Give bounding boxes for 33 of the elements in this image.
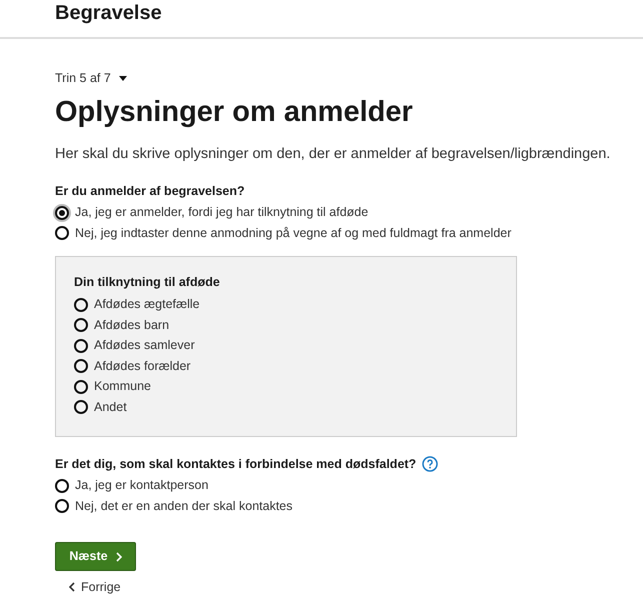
radio-option[interactable]: Andet: [74, 396, 498, 418]
radio-option[interactable]: Ja, jeg er kontaktperson: [55, 475, 588, 496]
radio-option[interactable]: Afdødes forælder: [74, 356, 498, 376]
radio-option[interactable]: Afdødes barn: [74, 314, 498, 336]
radio-button[interactable]: [74, 359, 88, 373]
radio-button[interactable]: [74, 318, 88, 332]
radio-option[interactable]: Nej, det er en anden der skal kontaktes: [55, 496, 588, 516]
radio-button[interactable]: [74, 400, 88, 414]
radio-option[interactable]: Afdødes samlever: [74, 335, 498, 356]
chevron-right-icon: [116, 552, 122, 562]
radio-button[interactable]: [55, 499, 69, 513]
radio-button[interactable]: [55, 206, 69, 220]
caret-icon: [118, 76, 127, 81]
back-link[interactable]: Forrige: [69, 579, 121, 596]
radio-option[interactable]: Ja, jeg er anmelder, fordi jeg har tilknytning til afdøde: [55, 202, 588, 223]
question-label: Er du anmelder af begravelsen?: [55, 182, 246, 200]
radio-option[interactable]: Kommune: [74, 376, 498, 397]
radio-option[interactable]: Nej, jeg indtaster denne anmodning på vegne af og med fuldmagt fra anmelder: [55, 223, 588, 244]
radio-button[interactable]: [74, 380, 88, 394]
radio-option[interactable]: Afdødes ægtefælle: [74, 294, 498, 315]
radio-button[interactable]: [55, 478, 69, 492]
radio-button[interactable]: [74, 298, 88, 312]
page-title: Begravelse: [55, 0, 162, 26]
panel-label: Din tilknytning til afdøde: [74, 274, 221, 291]
help-icon[interactable]: [422, 456, 438, 472]
radio-button[interactable]: [55, 226, 69, 240]
radio-button[interactable]: [74, 338, 88, 352]
next-button[interactable]: Næste: [55, 542, 136, 572]
step-dropdown[interactable]: Trin 5 af 7: [55, 69, 127, 88]
chevron-left-icon: [69, 582, 75, 592]
question-label: Er det dig, som skal kontaktes i forbindelse med dødsfaldet?: [55, 456, 416, 473]
page-heading: Oplysninger om anmelder: [55, 94, 414, 130]
intro-text: Her skal du skrive oplysninger om den, der er anmelder af begravelsen/ligbrændingen.: [55, 144, 610, 164]
